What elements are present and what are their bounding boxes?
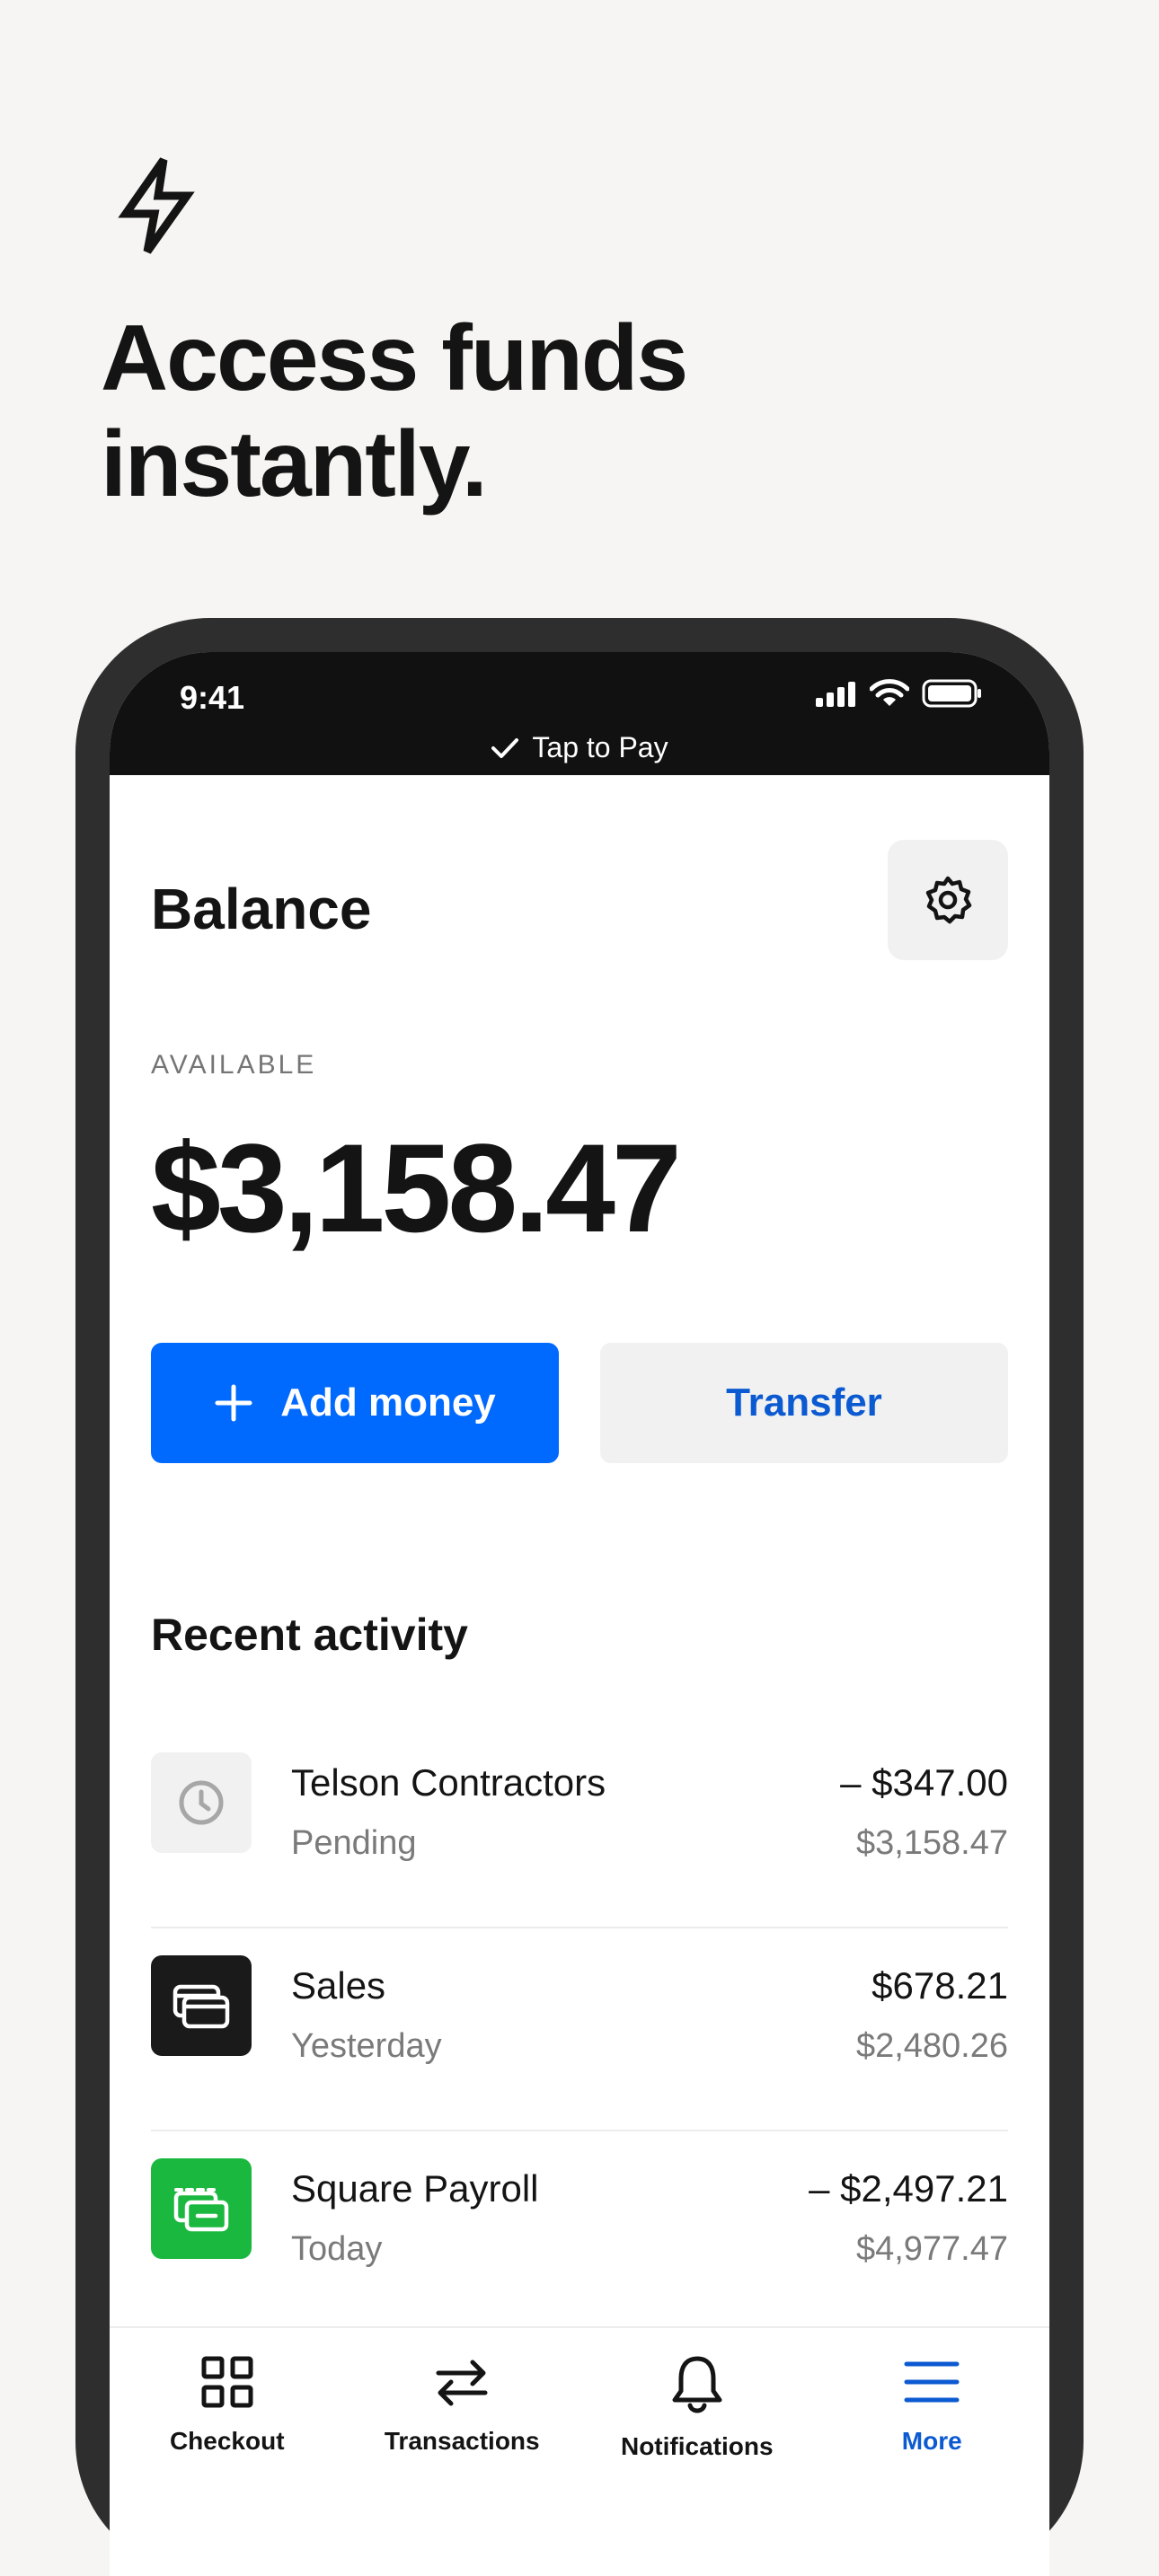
tab-transactions[interactable]: Transactions (354, 2328, 570, 2544)
bell-icon (672, 2356, 722, 2413)
gear-icon (925, 876, 972, 924)
headline-line-2: instantly. (101, 412, 488, 516)
tab-label: Notifications (620, 2432, 774, 2460)
cards-icon (173, 1984, 230, 2029)
activity-balance: $2,480.26 (855, 2027, 1008, 2065)
status-bar: 9:41 Tap to Pay (110, 652, 1049, 775)
phone-screen: 9:41 Tap to Pay Balance AVAILABLE $3,158… (110, 652, 1049, 2576)
tab-label: Checkout (169, 2427, 285, 2455)
battery-icon (922, 679, 981, 708)
phone-frame: 9:41 Tap to Pay Balance AVAILABLE $3,158… (75, 618, 1084, 2576)
add-money-button[interactable]: Add money (151, 1343, 559, 1463)
activity-status: Today (291, 2230, 383, 2268)
balance-title: Balance (151, 877, 372, 941)
activity-name: Square Payroll (291, 2167, 539, 2210)
headline: Access funds instantly. (101, 305, 909, 517)
activity-amount: – $347.00 (840, 1761, 1008, 1804)
activity-name: Sales (291, 1964, 386, 2007)
tap-to-pay-indicator[interactable]: Tap to Pay (110, 731, 1049, 764)
tab-checkout[interactable]: Checkout (119, 2328, 335, 2544)
transfer-label: Transfer (726, 1381, 882, 1425)
activity-amount: – $2,497.21 (809, 2167, 1008, 2210)
status-time: 9:41 (180, 679, 245, 716)
activity-amount: $678.21 (871, 1964, 1008, 2007)
activity-status: Pending (291, 1824, 417, 1862)
status-icons (814, 679, 983, 708)
transfer-button[interactable]: Transfer (600, 1343, 1008, 1463)
activity-balance: $3,158.47 (855, 1824, 1008, 1862)
activity-row[interactable]: Sales Yesterday $678.21 $2,480.26 (151, 1928, 1008, 2131)
balance-amount: $3,158.47 (151, 1117, 682, 1258)
arrows-icon (436, 2360, 488, 2406)
clock-icon (179, 1780, 224, 1825)
activity-row[interactable]: Telson Contractors Pending – $347.00 $3,… (151, 1725, 1008, 1928)
tab-label: Transactions (384, 2427, 540, 2455)
tab-notifications[interactable]: Notifications (589, 2328, 805, 2544)
tap-to-pay-label: Tap to Pay (532, 731, 668, 763)
grid-icon (201, 2356, 253, 2408)
menu-icon (904, 2361, 960, 2403)
wifi-icon (870, 679, 909, 706)
settings-button[interactable] (888, 840, 1008, 960)
activity-balance: $4,977.47 (855, 2230, 1008, 2268)
tab-more[interactable]: More (824, 2328, 1040, 2544)
signal-icon (816, 682, 855, 707)
add-money-label: Add money (280, 1381, 496, 1425)
activity-list: Telson Contractors Pending – $347.00 $3,… (151, 1725, 1008, 2334)
available-label: AVAILABLE (151, 1050, 317, 1080)
recent-activity-title: Recent activity (151, 1610, 468, 1660)
headline-line-1: Access funds (101, 306, 688, 410)
payroll-icon (173, 2188, 229, 2232)
plus-icon (215, 1384, 252, 1422)
activity-name: Telson Contractors (291, 1761, 606, 1804)
tab-label: More (901, 2427, 962, 2455)
activity-thumb (151, 1955, 252, 2056)
checkmark-icon (491, 737, 519, 758)
activity-thumb (151, 2158, 252, 2259)
activity-thumb (151, 1752, 252, 1853)
activity-status: Yesterday (291, 2027, 442, 2065)
lightning-icon (118, 157, 195, 254)
activity-row[interactable]: Square Payroll Today – $2,497.21 $4,977.… (151, 2131, 1008, 2334)
